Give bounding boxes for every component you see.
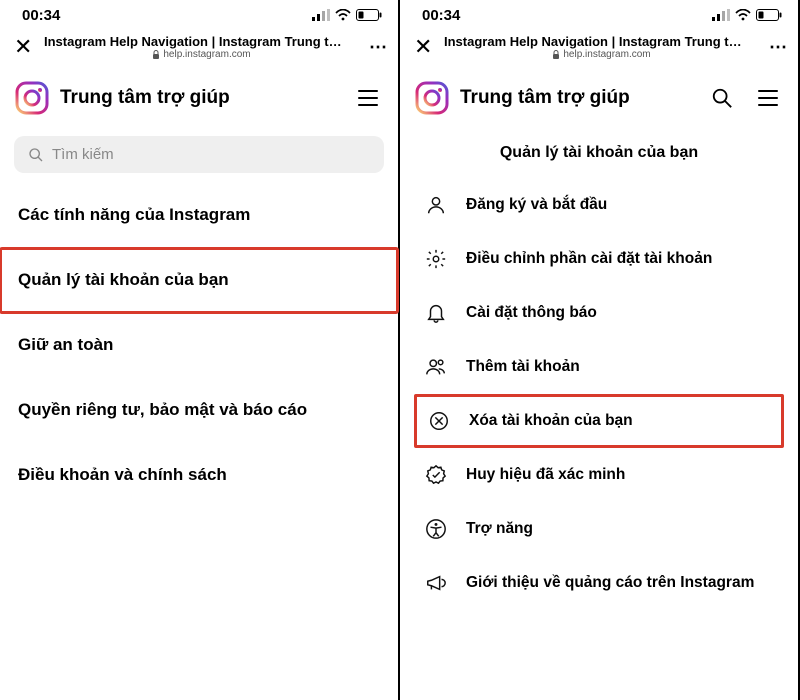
search-icon: [28, 147, 44, 163]
option-signup[interactable]: Đăng ký và bắt đầu: [400, 178, 798, 232]
category-item[interactable]: Quản lý tài khoản của bạn: [0, 248, 398, 313]
instagram-logo-icon: [14, 80, 50, 116]
category-item[interactable]: Các tính năng của Instagram: [0, 183, 398, 248]
close-icon[interactable]: ✕: [414, 36, 434, 58]
page-title: Instagram Help Navigation | Instagram Tr…: [44, 34, 359, 49]
delete-icon: [427, 409, 451, 433]
bell-icon: [424, 301, 448, 325]
option-settings[interactable]: Điều chỉnh phần cài đặt tài khoản: [400, 232, 798, 286]
menu-icon[interactable]: [356, 86, 380, 110]
category-item[interactable]: Quyền riêng tư, bảo mật và báo cáo: [0, 378, 398, 443]
status-time: 00:34: [22, 7, 60, 24]
option-verified-badge[interactable]: Huy hiệu đã xác minh: [400, 448, 798, 502]
lock-icon: [552, 50, 560, 60]
status-indicators: [712, 9, 782, 21]
option-accessibility[interactable]: Trợ năng: [400, 502, 798, 556]
status-bar: 00:34: [0, 0, 398, 30]
app-header: Trung tâm trợ giúp: [0, 66, 398, 130]
search-icon[interactable]: [710, 86, 734, 110]
status-time: 00:34: [422, 7, 460, 24]
more-icon[interactable]: ⋯: [369, 37, 388, 58]
category-item[interactable]: Điều khoản và chính sách: [0, 443, 398, 508]
accessibility-icon: [424, 517, 448, 541]
user-icon: [424, 193, 448, 217]
option-list: Đăng ký và bắt đầu Điều chỉnh phần cài đ…: [400, 178, 798, 610]
option-ads-info[interactable]: Giới thiệu về quảng cáo trên Instagram: [400, 556, 798, 610]
instagram-logo-icon: [414, 80, 450, 116]
status-bar: 00:34: [400, 0, 798, 30]
phone-screen-left: 00:34 ✕ Instagram Help Navigation | Inst…: [0, 0, 400, 700]
option-add-account[interactable]: Thêm tài khoản: [400, 340, 798, 394]
page-url: help.instagram.com: [444, 49, 759, 60]
page-title: Instagram Help Navigation | Instagram Tr…: [444, 34, 759, 49]
battery-icon: [756, 9, 782, 21]
browser-bar: ✕ Instagram Help Navigation | Instagram …: [0, 30, 398, 66]
wifi-icon: [735, 9, 751, 21]
badge-icon: [424, 463, 448, 487]
close-icon[interactable]: ✕: [14, 36, 34, 58]
section-title: Quản lý tài khoản của bạn: [400, 130, 798, 178]
help-center-title: Trung tâm trợ giúp: [460, 87, 700, 109]
megaphone-icon: [424, 571, 448, 595]
gear-icon: [424, 247, 448, 271]
phone-screen-right: 00:34 ✕ Instagram Help Navigation | Inst…: [400, 0, 800, 700]
lock-icon: [152, 50, 160, 60]
search-placeholder: Tìm kiếm: [52, 146, 114, 163]
help-center-title: Trung tâm trợ giúp: [60, 87, 346, 109]
menu-icon[interactable]: [756, 86, 780, 110]
users-icon: [424, 355, 448, 379]
app-header: Trung tâm trợ giúp: [400, 66, 798, 130]
more-icon[interactable]: ⋯: [769, 37, 788, 58]
category-item[interactable]: Giữ an toàn: [0, 313, 398, 378]
browser-bar: ✕ Instagram Help Navigation | Instagram …: [400, 30, 798, 66]
battery-icon: [356, 9, 382, 21]
search-input[interactable]: Tìm kiếm: [14, 136, 384, 173]
page-url: help.instagram.com: [44, 49, 359, 60]
option-notifications[interactable]: Cài đặt thông báo: [400, 286, 798, 340]
wifi-icon: [335, 9, 351, 21]
status-indicators: [312, 9, 382, 21]
category-list: Các tính năng của Instagram Quản lý tài …: [0, 183, 398, 508]
option-delete-account[interactable]: Xóa tài khoản của bạn: [414, 394, 784, 448]
signal-icon: [712, 9, 730, 21]
signal-icon: [312, 9, 330, 21]
